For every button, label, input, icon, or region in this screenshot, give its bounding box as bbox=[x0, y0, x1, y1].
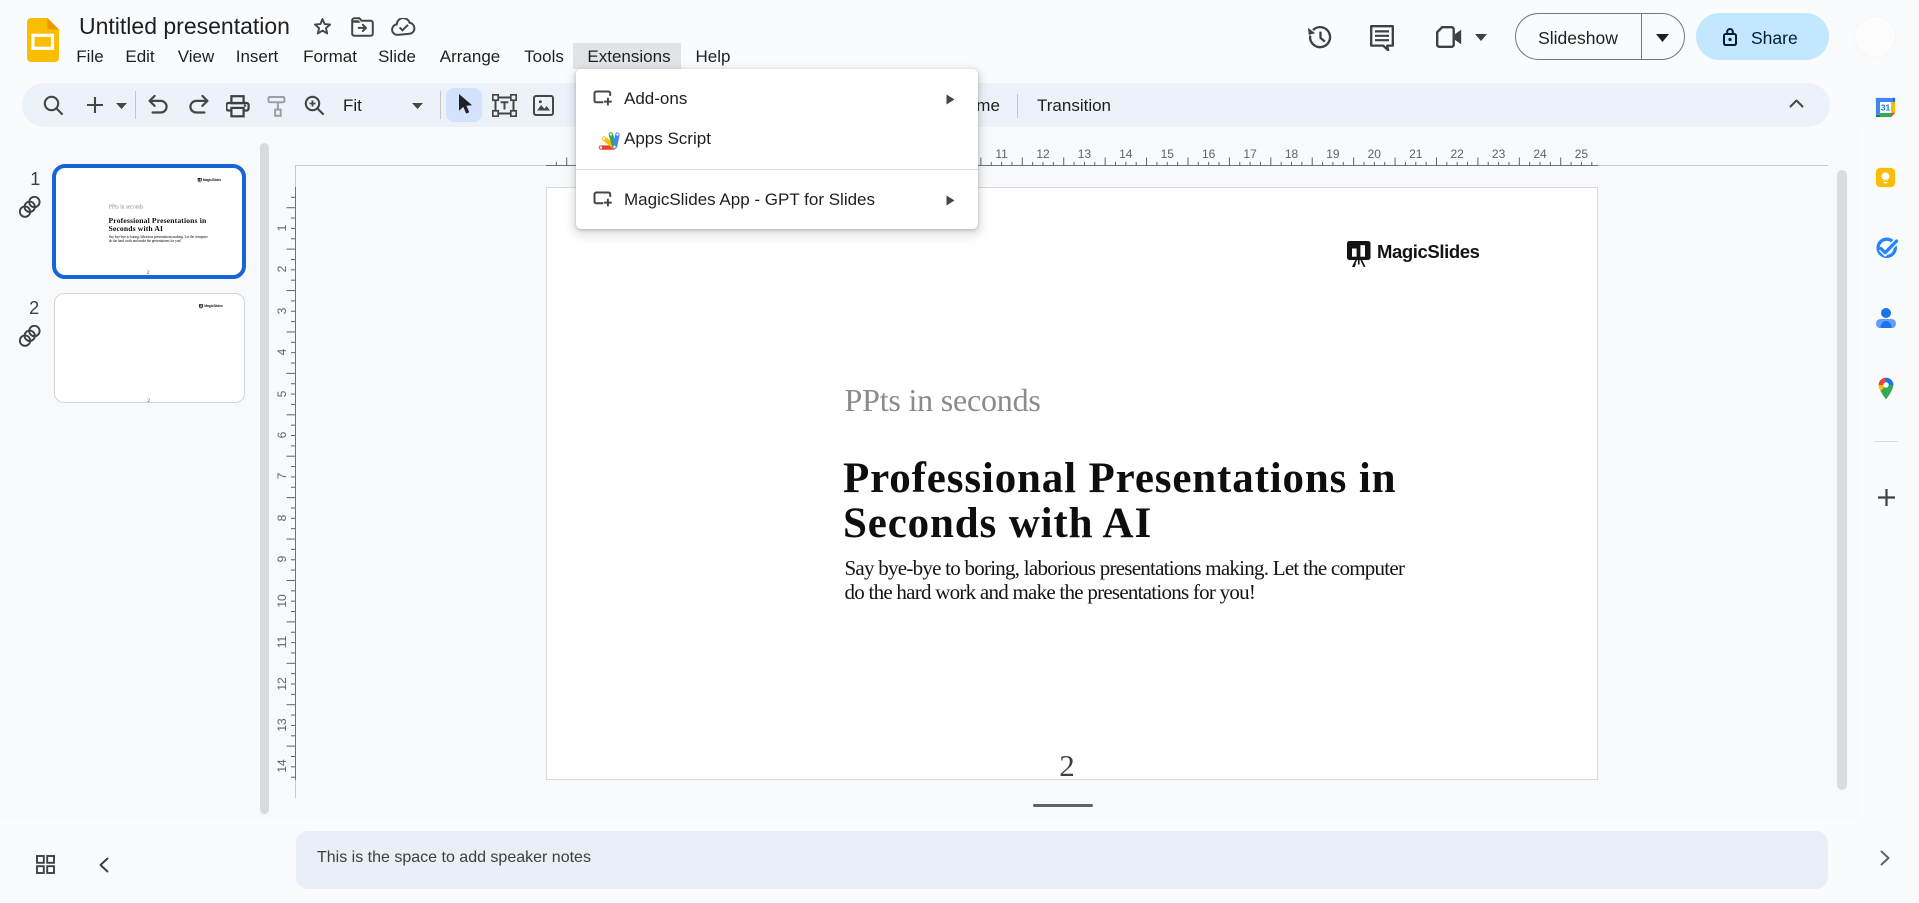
svg-text:31: 31 bbox=[1880, 102, 1890, 112]
